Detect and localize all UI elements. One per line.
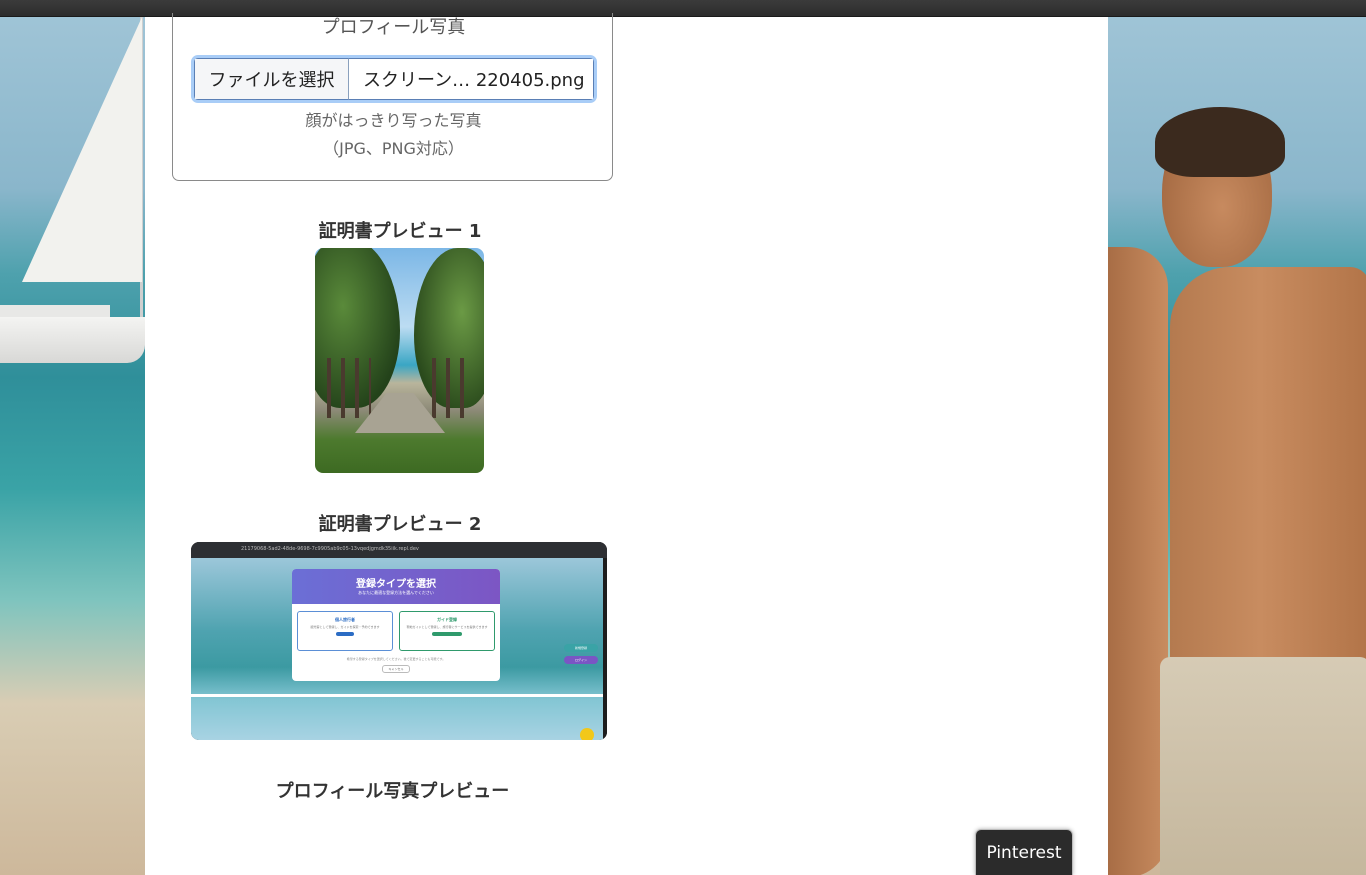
profile-photo-label: プロフィール写真 xyxy=(321,17,466,38)
screenshot-cancel-button: キャンセル xyxy=(382,665,410,673)
screenshot-option-desc: 観光客として登録し、ガイドを探索・予約できます xyxy=(310,625,380,629)
person-hair xyxy=(1155,107,1285,177)
screenshot-option-guide: ガイド登録 現地ガイドとして登録し、旅行者にサービスを提供できます xyxy=(399,611,495,651)
pinterest-button[interactable]: Pinterest xyxy=(975,829,1073,875)
background-person xyxy=(1140,107,1366,875)
screenshot-browser-bar: 21179068-5ad2-48de-9698-7c9905ab9c05-13v… xyxy=(191,542,607,558)
screenshot-register-pill: 新規登録 xyxy=(564,644,598,652)
choose-file-button[interactable]: ファイルを選択 xyxy=(194,58,349,100)
screenshot-scrollbar xyxy=(603,558,607,740)
profile-photo-upload-card: プロフィール写真 ファイルを選択 スクリーン… 220405.png 顔がはっき… xyxy=(172,13,613,181)
selected-file-name: スクリーン… 220405.png xyxy=(349,58,594,100)
certificate-preview-2-image: 21179068-5ad2-48de-9698-7c9905ab9c05-13v… xyxy=(191,542,607,740)
screenshot-url: 21179068-5ad2-48de-9698-7c9905ab9c05-13v… xyxy=(241,546,419,552)
photo-hint: 顔がはっきり写った写真 xyxy=(305,111,482,130)
screenshot-divider xyxy=(191,694,603,697)
screenshot-modal-header: 登録タイプを選択 あなたに最適な登録方法を選んでください xyxy=(292,569,500,604)
screenshot-modal-subtitle: あなたに最適な登録方法を選んでください xyxy=(358,590,434,595)
profile-photo-file-input[interactable]: ファイルを選択 スクリーン… 220405.png xyxy=(191,55,597,103)
screenshot-modal: 登録タイプを選択 あなたに最適な登録方法を選んでください 個人旅行者 観光客とし… xyxy=(292,569,500,681)
screenshot-option-title: 個人旅行者 xyxy=(335,617,355,622)
screenshot-yellow-badge-icon xyxy=(580,728,594,740)
screenshot-option-button xyxy=(336,632,354,636)
registration-form-panel: プロフィール写真 ファイルを選択 スクリーン… 220405.png 顔がはっき… xyxy=(145,13,1108,875)
person-torso xyxy=(1170,267,1366,687)
person-shorts xyxy=(1160,657,1366,875)
screenshot-option-title: ガイド登録 xyxy=(437,617,457,622)
image-fence xyxy=(432,358,472,418)
screenshot-login-pill: ログイン xyxy=(564,656,598,664)
certificate-preview-1-image xyxy=(315,248,484,473)
sailboat-sail xyxy=(22,17,142,282)
screenshot-option-traveler: 個人旅行者 観光客として登録し、ガイドを探索・予約できます xyxy=(297,611,393,651)
photo-format-hint: （JPG、PNG対応） xyxy=(323,139,464,158)
certificate-preview-1-title: 証明書プレビュー 1 xyxy=(318,221,482,242)
image-fence xyxy=(327,358,371,418)
certificate-preview-2-title: 証明書プレビュー 2 xyxy=(318,514,482,535)
sailboat-hull xyxy=(0,317,145,363)
screenshot-option-desc: 現地ガイドとして登録し、旅行者にサービスを提供できます xyxy=(406,625,488,629)
screenshot-option-button xyxy=(432,632,462,636)
screenshot-modal-footer: 希望する登録タイプを選択してください。後で変更することも可能です。 xyxy=(346,657,446,661)
screenshot-modal-title: 登録タイプを選択 xyxy=(356,579,436,590)
profile-photo-preview-title: プロフィール写真プレビュー xyxy=(275,781,510,802)
